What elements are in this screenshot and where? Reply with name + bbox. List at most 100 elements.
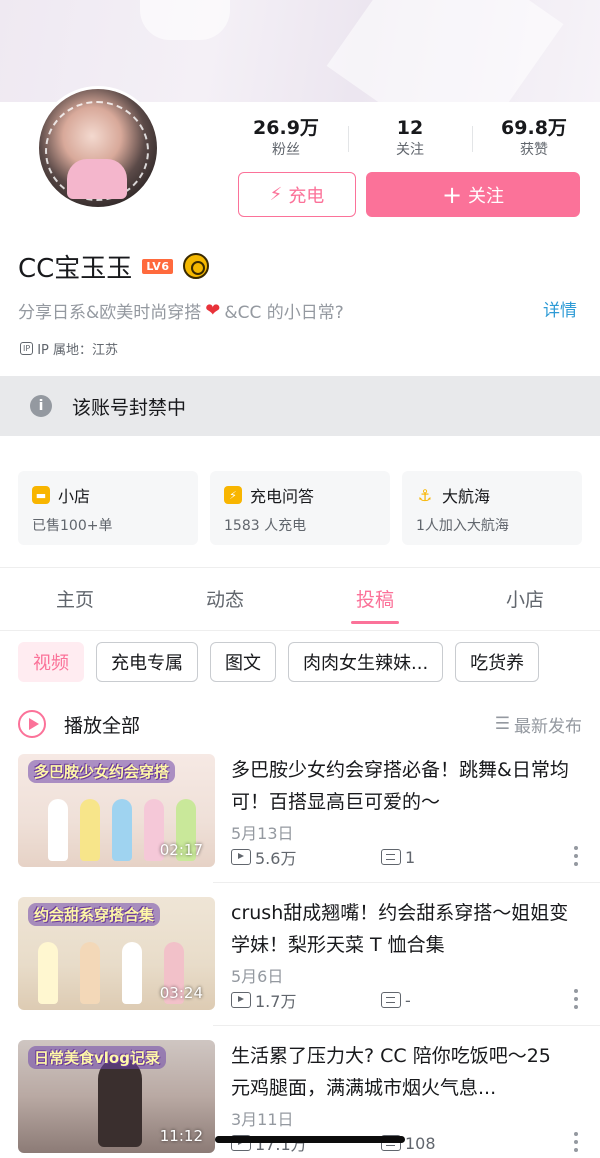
ip-icon: IP (20, 342, 34, 355)
video-title[interactable]: crush甜成翘嘴！约会甜系穿搭～姐姐变学妹！梨形天菜 T 恤合集 (231, 897, 571, 961)
banner-decoration (140, 0, 230, 40)
charge-button[interactable]: ⚡ 充电 (238, 172, 356, 217)
play-circle-icon[interactable] (18, 710, 46, 738)
medal-icon[interactable] (183, 253, 210, 279)
menu-icon: ☰ (494, 714, 510, 734)
sort-button[interactable]: ☰ 最新发布 (495, 712, 582, 737)
video-meta: 5.6万 1 (231, 845, 591, 869)
heart-icon: ❤ (205, 300, 221, 321)
video-date: 3月11日 (231, 1110, 294, 1129)
card-title: 小店 (58, 487, 91, 506)
chip-video[interactable]: 视频 (18, 642, 84, 682)
ip-text: IP 属地：江苏 (37, 343, 118, 358)
chip-foodie[interactable]: 吃货养 (455, 642, 540, 682)
video-thumbnail[interactable]: 多巴胺少女约会穿搭 02:17 (18, 754, 215, 867)
tab-shop[interactable]: 小店 (450, 574, 600, 626)
divider (213, 882, 600, 883)
tab-home[interactable]: 主页 (0, 574, 150, 626)
stat-label: 关注 (396, 142, 424, 158)
comment-count: 108 (405, 1133, 436, 1153)
lightning-icon: ⚡ (224, 486, 242, 504)
follow-button-label: 关注 (468, 185, 505, 207)
profile-stats: 26.9万 粉丝 12 关注 69.8万 获赞 (224, 116, 596, 164)
thumbnail-caption: 日常美食vlog记录 (28, 1046, 166, 1069)
username: CC宝玉玉 (18, 253, 133, 284)
stat-fans[interactable]: 26.9万 粉丝 (224, 116, 348, 164)
tab-uploads[interactable]: 投稿 (300, 574, 450, 626)
video-title[interactable]: 生活累了压力大? CC 陪你吃饭吧～25 元鸡腿面，满满城市烟火气息... (231, 1040, 571, 1104)
view-count: 5.6万 (255, 849, 297, 868)
card-subtitle: 1583 人充电 (224, 518, 307, 534)
chip-charge-exclusive[interactable]: 充电专属 (96, 642, 198, 682)
video-thumbnail[interactable]: 约会甜系穿搭合集 03:24 (18, 897, 215, 1010)
stat-label: 粉丝 (272, 142, 300, 158)
video-duration: 11:12 (159, 1127, 203, 1145)
comment-icon (381, 849, 401, 865)
video-date: 5月6日 (231, 967, 284, 986)
thumbnail-figure (48, 799, 68, 861)
plus-icon: + (441, 180, 463, 209)
video-title[interactable]: 多巴胺少女约会穿搭必备！跳舞&日常均可！百搭显高巨可爱的～ (231, 754, 571, 818)
avatar-figure (67, 159, 127, 199)
bio-text: 分享日系&欧美时尚穿搭 (18, 303, 202, 323)
feature-cards: ▬ 小店 已售100+单 ⚡ 充电问答 1583 人充电 ⚓ 大航海 1人加入大… (18, 471, 582, 545)
video-thumbnail[interactable]: 日常美食vlog记录 11:12 (18, 1040, 215, 1153)
chip-image-text[interactable]: 图文 (210, 642, 276, 682)
tab-dynamics[interactable]: 动态 (150, 574, 300, 626)
profile-tabs: 主页 动态 投稿 小店 (0, 574, 600, 626)
divider (0, 630, 600, 631)
home-indicator[interactable] (215, 1136, 405, 1143)
stat-likes[interactable]: 69.8万 获赞 (472, 116, 596, 164)
card-charge-qa[interactable]: ⚡ 充电问答 1583 人充电 (210, 471, 390, 545)
stat-value: 26.9万 (253, 117, 319, 139)
video-duration: 03:24 (159, 984, 203, 1002)
play-count-icon (231, 992, 251, 1008)
filter-chips: 视频 充电专属 图文 肉肉女生辣妹... 吃货养 (18, 642, 600, 682)
divider (213, 1025, 600, 1026)
lightning-icon: ⚡ (269, 184, 283, 205)
video-item[interactable]: 多巴胺少女约会穿搭 02:17 多巴胺少女约会穿搭必备！跳舞&日常均可！百搭显高… (18, 754, 600, 868)
thumbnail-figure (38, 942, 58, 1004)
thumbnail-figure (122, 942, 142, 1004)
play-all-button[interactable]: 播放全部 (64, 711, 140, 738)
info-icon: i (30, 395, 52, 417)
thumbnail-figure (98, 1057, 142, 1147)
avatar[interactable] (36, 86, 160, 210)
play-count-icon (231, 849, 251, 865)
more-options-icon[interactable] (574, 989, 578, 1013)
view-count: 1.7万 (255, 992, 297, 1011)
level-badge: LV6 (142, 258, 174, 274)
comment-count: 1 (405, 847, 416, 867)
card-shop[interactable]: ▬ 小店 已售100+单 (18, 471, 198, 545)
comment-count: - (405, 990, 411, 1010)
detail-link[interactable]: 详情 (543, 296, 577, 321)
bio-text-suffix: &CC 的小日常? (224, 303, 344, 323)
more-options-icon[interactable] (574, 1132, 578, 1156)
stat-following[interactable]: 12 关注 (348, 116, 472, 164)
account-banned-notice: i 该账号封禁中 (0, 376, 600, 436)
video-item[interactable]: 约会甜系穿搭合集 03:24 crush甜成翘嘴！约会甜系穿搭～姐姐变学妹！梨形… (18, 897, 600, 1011)
stat-label: 获赞 (520, 142, 548, 158)
thumbnail-figure (112, 799, 132, 861)
chip-collection[interactable]: 肉肉女生辣妹... (288, 642, 444, 682)
video-meta: 17.1万 108 (231, 1131, 591, 1155)
video-date: 5月13日 (231, 824, 294, 843)
thumbnail-figure (80, 942, 100, 1004)
card-subtitle: 已售100+单 (32, 518, 113, 534)
more-options-icon[interactable] (574, 846, 578, 870)
list-header: 播放全部 ☰ 最新发布 (18, 706, 582, 742)
charge-button-label: 充电 (288, 185, 325, 207)
thumbnail-caption: 约会甜系穿搭合集 (28, 903, 161, 926)
name-row: CC宝玉玉 LV6 (18, 248, 210, 284)
bio: 分享日系&欧美时尚穿搭 ❤ &CC 的小日常? (18, 298, 344, 323)
view-count: 17.1万 (255, 1135, 307, 1154)
card-title: 大航海 (442, 487, 491, 506)
follow-button[interactable]: + 关注 (366, 172, 580, 217)
notice-text: 该账号封禁中 (72, 396, 187, 419)
sort-label: 最新发布 (514, 716, 582, 737)
thumbnail-figure (80, 799, 100, 861)
comment-icon (381, 992, 401, 1008)
video-meta: 1.7万 - (231, 988, 591, 1012)
stat-value: 12 (396, 117, 424, 139)
card-voyage[interactable]: ⚓ 大航海 1人加入大航海 (402, 471, 582, 545)
